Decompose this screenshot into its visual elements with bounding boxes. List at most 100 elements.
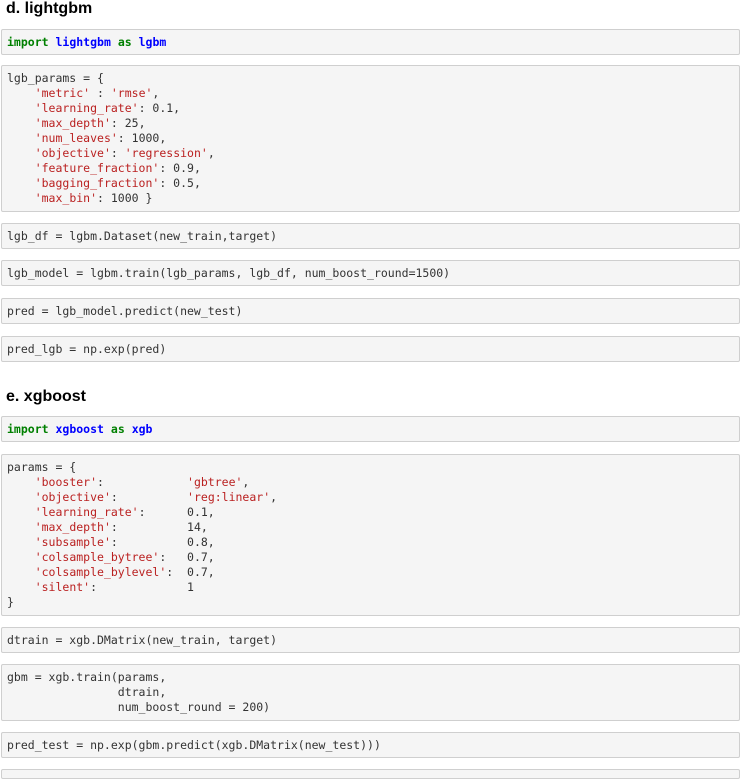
code-token: dtrain, — [7, 685, 167, 699]
code-text: pred_lgb = np.exp(pred) — [2, 342, 739, 357]
code-cell-import-xgboost[interactable]: import xgboost as xgb — [1, 416, 740, 442]
code-string: 'colsample_bylevel' — [34, 565, 167, 579]
code-token: pred_test = np.exp(gbm.predict(xgb.DMatr… — [7, 738, 381, 752]
code-text: lgb_df = lgbm.Dataset(new_train,target) — [2, 229, 739, 244]
code-cell-import-lightgbm[interactable]: import lightgbm as lgbm — [1, 29, 740, 55]
code-module-name: xgboost — [55, 422, 104, 436]
code-string: 'max_depth' — [34, 520, 111, 534]
code-token: : 0.9, — [159, 161, 201, 175]
code-module-name: lightgbm — [55, 35, 111, 49]
code-token: : 0.8, — [110, 535, 215, 549]
code-token: params = { — [7, 460, 77, 474]
code-string: 'rmse' — [110, 86, 153, 100]
code-cell-lgb-predict[interactable]: pred = lgb_model.predict(new_test) — [1, 298, 740, 324]
code-cell-xgb-train[interactable]: gbm = xgb.train(params, dtrain, num_boos… — [1, 664, 740, 721]
code-token: , — [270, 490, 278, 504]
code-string: 'max_depth' — [34, 116, 111, 130]
code-string: 'num_leaves' — [34, 131, 118, 145]
code-keyword: import — [7, 422, 49, 436]
code-string: 'learning_rate' — [34, 505, 139, 519]
code-keyword: as — [117, 35, 132, 49]
code-token: num_boost_round = 200) — [7, 700, 271, 714]
code-token: : 1000, — [117, 131, 167, 145]
code-cell-xgb-params[interactable]: params = { 'booster': 'gbtree', 'objecti… — [1, 454, 740, 616]
section-heading-xgboost: e. xgboost — [6, 388, 87, 405]
code-token: : 0.1, — [138, 101, 181, 115]
code-string: 'colsample_bytree' — [34, 550, 160, 564]
code-token: : 0.7, — [166, 565, 215, 579]
code-string: 'objective' — [34, 146, 111, 160]
code-cell-lgb-dataset[interactable]: lgb_df = lgbm.Dataset(new_train,target) — [1, 223, 740, 249]
code-string: 'objective' — [34, 490, 111, 504]
code-token: : — [110, 146, 125, 160]
code-text: lgb_params = { 'metric' : 'rmse', 'learn… — [2, 71, 739, 206]
code-keyword: as — [110, 422, 125, 436]
code-token: : 0.7, — [159, 550, 215, 564]
code-token: , — [207, 146, 215, 160]
code-string: 'learning_rate' — [34, 101, 139, 115]
code-string: 'reg:linear' — [187, 490, 271, 504]
code-token: : — [97, 475, 188, 489]
code-token: lgb_df = lgbm.Dataset(new_train,target) — [7, 229, 278, 243]
code-token: pred = lgb_model.predict(new_test) — [7, 304, 243, 318]
code-string: 'bagging_fraction' — [34, 176, 160, 190]
code-token: : 14, — [110, 520, 208, 534]
code-token: pred_lgb = np.exp(pred) — [7, 342, 167, 356]
code-cell-next-partial[interactable] — [1, 769, 740, 779]
code-token: , — [152, 86, 160, 100]
code-string: 'max_bin' — [34, 191, 98, 205]
code-token: : — [90, 86, 111, 100]
code-token: dtrain = xgb.DMatrix(new_train, target) — [7, 633, 278, 647]
code-token: : 0.5, — [159, 176, 201, 190]
code-token: : 0.1, — [138, 505, 215, 519]
code-cell-pred-lgb-exp[interactable]: pred_lgb = np.exp(pred) — [1, 336, 740, 362]
code-text: dtrain = xgb.DMatrix(new_train, target) — [2, 633, 739, 648]
code-string: 'regression' — [124, 146, 208, 160]
code-token: gbm = xgb.train(params, — [7, 670, 167, 684]
code-text: import xgboost as xgb — [2, 422, 739, 437]
code-string: 'gbtree' — [187, 475, 243, 489]
code-cell-lgb-train[interactable]: lgb_model = lgbm.train(lgb_params, lgb_d… — [1, 260, 740, 286]
code-module-name: lgbm — [138, 35, 167, 49]
code-cell-lgb-params[interactable]: lgb_params = { 'metric' : 'rmse', 'learn… — [1, 65, 740, 212]
code-token: : 25, — [110, 116, 146, 130]
code-text: lgb_model = lgbm.train(lgb_params, lgb_d… — [2, 266, 739, 281]
code-text: pred_test = np.exp(gbm.predict(xgb.DMatr… — [2, 738, 739, 753]
code-cell-xgb-dmatrix[interactable]: dtrain = xgb.DMatrix(new_train, target) — [1, 627, 740, 653]
code-token: lgb_params = { — [7, 71, 104, 85]
code-token: lgb_model = lgbm.train(lgb_params, lgb_d… — [7, 266, 451, 280]
code-text: pred = lgb_model.predict(new_test) — [2, 304, 739, 319]
code-module-name: xgb — [131, 422, 153, 436]
code-token: } — [7, 595, 14, 609]
code-text: gbm = xgb.train(params, dtrain, num_boos… — [2, 670, 739, 715]
code-string: 'feature_fraction' — [34, 161, 160, 175]
code-string: 'metric' — [34, 86, 91, 100]
code-text: params = { 'booster': 'gbtree', 'objecti… — [2, 460, 739, 610]
code-token: : 1000 } — [97, 191, 153, 205]
code-keyword: import — [7, 35, 49, 49]
code-token: : 1 — [90, 580, 194, 594]
code-token: : — [110, 490, 188, 504]
code-cell-xgb-predict[interactable]: pred_test = np.exp(gbm.predict(xgb.DMatr… — [1, 732, 740, 758]
code-string: 'booster' — [34, 475, 98, 489]
